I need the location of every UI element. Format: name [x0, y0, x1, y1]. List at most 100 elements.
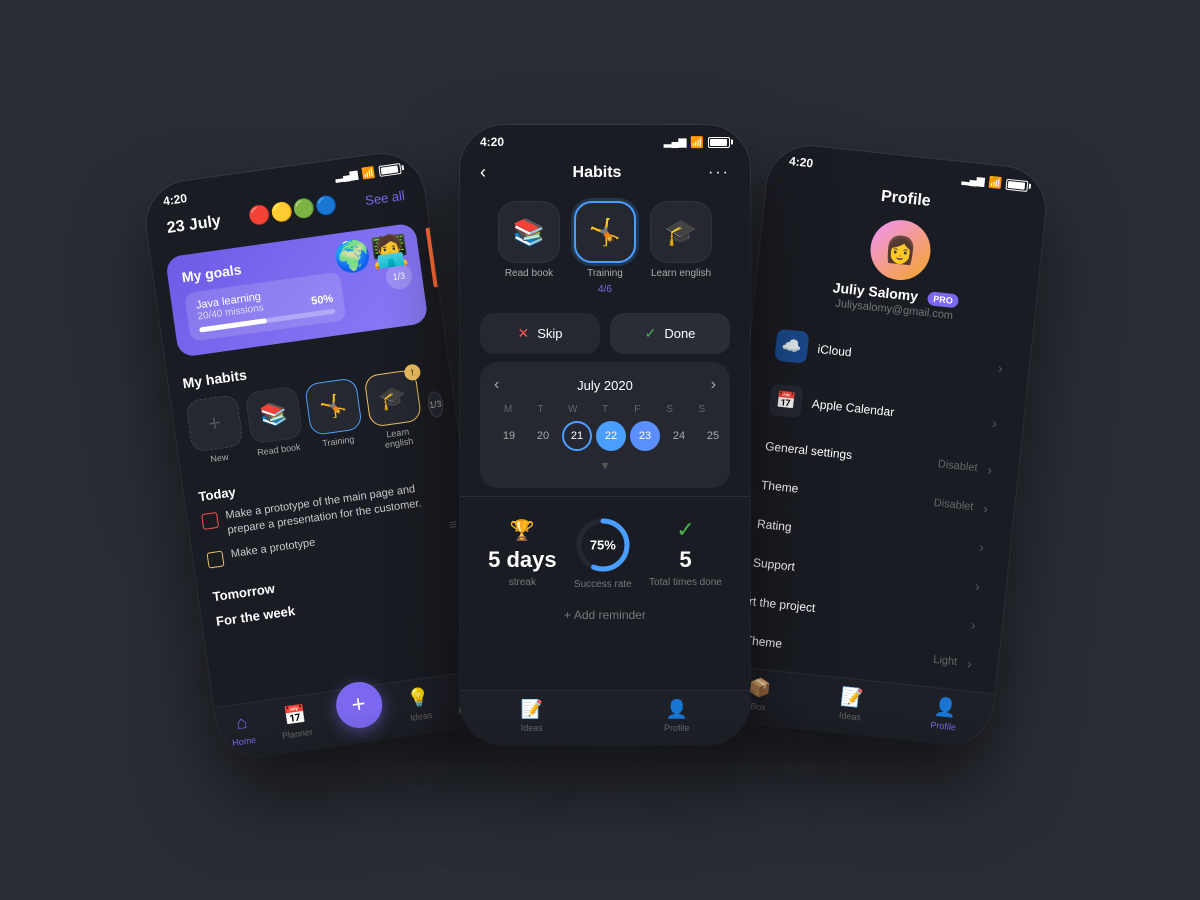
done-btn[interactable]: ✓ Done: [610, 313, 730, 354]
left-date: 23 July: [166, 212, 222, 237]
ideas-icon-right: 📝: [840, 686, 864, 709]
training-card-label: Training: [587, 268, 623, 279]
icloud-icon: ☁️: [774, 329, 809, 364]
english-card-label: Learn english: [651, 268, 711, 279]
calendar-nav: ‹ July 2020 ›: [494, 376, 716, 394]
light-value: Light: [933, 654, 958, 668]
skip-done-row: ✕ Skip ✓ Done: [480, 313, 730, 354]
theme-arrow: ›: [982, 500, 988, 516]
task-icon-right: ≡: [448, 515, 458, 532]
time-left: 4:20: [162, 191, 188, 208]
phones-container: 4:20 ▂▄▆ 📶 23 July 🔴🟡🟢🔵 See all My goals…: [150, 75, 1050, 825]
nav-home[interactable]: ⌂ Home: [228, 711, 257, 748]
success-percent: 75%: [590, 538, 616, 553]
cal-23[interactable]: 23: [630, 421, 660, 451]
cal-expand[interactable]: ▾: [494, 457, 716, 474]
habit-training[interactable]: 🤸 Training: [304, 377, 365, 450]
cal-days-grid: 19 20 21 22 23 24 25: [494, 421, 716, 451]
nav-profile-center[interactable]: 👤 Profile: [664, 699, 690, 733]
signal-icon-right: ▂▄▆: [961, 174, 984, 187]
training-icon: 🤸: [304, 377, 363, 436]
readbook-card-label: Read book: [505, 268, 553, 279]
wifi-icon: 📶: [361, 165, 376, 180]
more-dots[interactable]: ···: [708, 164, 730, 182]
nav-planner[interactable]: 📅 Planner: [278, 703, 313, 741]
habit-card-training[interactable]: 🤸 Training 4/6: [574, 201, 636, 295]
back-arrow[interactable]: ‹: [480, 162, 486, 183]
training-card-icon: 🤸: [574, 201, 636, 263]
colorful-dots: 🔴🟡🟢🔵: [247, 194, 339, 227]
light-arrow: ›: [966, 655, 972, 671]
stats-row: 🏆 5 days streak 75% Success rate ✓ 5 Tot…: [460, 505, 750, 600]
ideas-icon-center: 📝: [521, 699, 543, 720]
profile-icon-center: 👤: [666, 699, 688, 720]
cal-21[interactable]: 21: [562, 421, 592, 451]
status-bar-center: 4:20 ▂▄▆ 📶: [460, 125, 750, 154]
habit-add[interactable]: + New: [185, 394, 246, 467]
done-label: Done: [664, 326, 695, 341]
streak-value: 5 days: [488, 547, 557, 573]
streak-stat: 🏆 5 days streak: [488, 518, 557, 588]
total-value: 5: [679, 547, 691, 573]
english-card-icon: 🎓: [650, 201, 712, 263]
circular-progress: 75%: [573, 515, 633, 575]
cal-day-s1: S: [655, 404, 683, 415]
cal-19[interactable]: 19: [494, 421, 524, 451]
cal-25[interactable]: 25: [698, 421, 728, 451]
habit-card-readbook[interactable]: 📚 Read book: [498, 201, 560, 295]
bottom-nav-left: ⌂ Home 📅 Planner + 💡 Ideas 👤 Profile: [214, 668, 499, 761]
see-all-btn[interactable]: See all: [364, 188, 405, 208]
cal-22[interactable]: 22: [596, 421, 626, 451]
time-center: 4:20: [480, 135, 504, 149]
home-icon: ⌂: [235, 712, 249, 734]
general-arrow: ›: [987, 461, 993, 477]
habit-readbook[interactable]: 📚 Read book: [245, 386, 306, 459]
habit-english[interactable]: 🎓 ! Learn english: [363, 369, 425, 451]
signal-icon: ▂▄▆: [335, 169, 359, 183]
center-header: ‹ Habits ···: [460, 154, 750, 191]
theme-value: Disablet: [933, 497, 974, 513]
task-checkbox-2[interactable]: [206, 550, 224, 568]
ideas-icon: 💡: [406, 686, 431, 710]
success-label: Success rate: [574, 579, 632, 590]
training-card-sub: 4/6: [598, 284, 612, 295]
nav-ideas-center[interactable]: 📝 Ideas: [521, 699, 543, 733]
english-icon: 🎓 !: [363, 369, 422, 428]
cal-20[interactable]: 20: [528, 421, 558, 451]
trophy-icon: 🏆: [510, 518, 535, 543]
light-label: Theme: [744, 633, 924, 666]
theme-label: Theme: [760, 478, 924, 509]
profile-label-right: Profile: [930, 720, 956, 733]
cal-24[interactable]: 24: [664, 421, 694, 451]
add-reminder[interactable]: + Add reminder: [460, 600, 750, 630]
nav-profile-right[interactable]: 👤 Profile: [930, 696, 959, 732]
cal-day-t1: T: [526, 404, 554, 415]
box-label-right: Box: [750, 701, 766, 713]
goal-percent: 50%: [311, 293, 334, 308]
box-icon-right: 📦: [748, 677, 772, 700]
cal-prev[interactable]: ‹: [494, 376, 499, 394]
skip-btn[interactable]: ✕ Skip: [480, 313, 600, 354]
cal-day-m: M: [494, 404, 522, 415]
cal-day-f: F: [623, 404, 651, 415]
ideas-label: Ideas: [410, 710, 433, 723]
add-habit-box[interactable]: +: [185, 394, 244, 453]
cal-days-header: M T W T F S S: [494, 404, 716, 415]
cal-day-t2: T: [591, 404, 619, 415]
task-text-2: Make a prototype: [230, 535, 316, 562]
nav-box-right[interactable]: 📦 Box: [746, 677, 772, 713]
avatar: 👩: [868, 217, 934, 283]
training-label: Training: [322, 434, 355, 448]
icloud-label: iCloud: [817, 342, 989, 374]
nav-ideas-right[interactable]: 📝 Ideas: [838, 686, 864, 722]
nav-ideas[interactable]: 💡 Ideas: [406, 686, 433, 723]
task-checkbox-1[interactable]: [201, 512, 219, 530]
goal-item[interactable]: Java learning 20/40 missions 50%: [184, 272, 346, 342]
cal-next[interactable]: ›: [711, 376, 716, 394]
general-label: General settings: [765, 439, 929, 470]
habit-card-english[interactable]: 🎓 Learn english: [650, 201, 712, 295]
add-button[interactable]: +: [333, 679, 385, 731]
profile-label-center: Profile: [664, 723, 690, 733]
add-icon: +: [350, 690, 368, 720]
cal-title: July 2020: [577, 378, 633, 393]
